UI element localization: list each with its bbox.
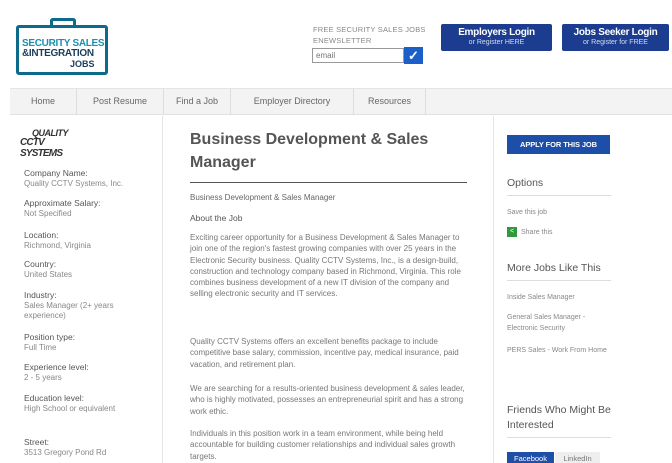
detail-value: Quality CCTV Systems, Inc.	[24, 179, 124, 188]
detail-value: 3513 Gregory Pond Rd	[24, 448, 107, 457]
newsletter-label: FREE SECURITY SALES JOBS ENEWSLETTER	[313, 25, 426, 45]
more-job-link[interactable]: General Sales Manager - Electronic Secur…	[507, 312, 607, 334]
job-seeker-login-button[interactable]: Jobs Seeker Login or Register for FREE	[562, 24, 669, 51]
nav-item-post-resume[interactable]: Post Resume	[77, 89, 164, 114]
page-title: Business Development & Sales Manager	[190, 131, 429, 171]
detail-industry: Industry: Sales Manager (2+ years experi…	[24, 290, 154, 321]
more-jobs-divider	[507, 280, 611, 281]
site-logo[interactable]: SECURITY SALES &INTEGRATION JOBS	[12, 18, 112, 76]
detail-label: Street:	[24, 437, 50, 447]
detail-value: United States	[24, 270, 73, 279]
friends-divider	[507, 437, 611, 438]
detail-country: Country: United States	[24, 259, 154, 280]
nav-item-resources[interactable]: Resources	[354, 89, 426, 114]
more-job-link[interactable]: PERS Sales - Work From Home	[507, 345, 607, 356]
logo-line-3: JOBS	[70, 59, 95, 69]
employers-login-title: Employers Login	[458, 27, 535, 38]
detail-label: Country:	[24, 259, 57, 269]
detail-label: Company Name:	[24, 168, 88, 178]
detail-label: Location:	[24, 230, 59, 240]
job-paragraph: Quality CCTV Systems offers an excellent…	[190, 337, 459, 369]
detail-label: Education level:	[24, 393, 85, 403]
more-job-link[interactable]: Inside Sales Manager	[507, 292, 607, 303]
detail-label: Approximate Salary:	[24, 198, 101, 208]
detail-company-name: Company Name: Quality CCTV Systems, Inc.	[24, 168, 154, 189]
company-details-panel: QUALITY CCTV SYSTEMS Company Name: Quali…	[10, 116, 163, 463]
friends-heading: Friends Who Might Be Interested	[507, 404, 611, 431]
company-logo[interactable]: QUALITY CCTV SYSTEMS	[20, 128, 80, 159]
newsletter-email-input[interactable]	[312, 48, 404, 63]
share-link[interactable]: Share this	[521, 227, 553, 238]
job-description: Business Development & Sales Manager Bus…	[178, 116, 486, 463]
detail-position-type: Position type: Full Time	[24, 332, 154, 353]
options-heading: Options	[507, 177, 544, 189]
about-heading: About the Job	[190, 213, 243, 223]
tab-facebook[interactable]: Facebook	[507, 452, 554, 463]
job-paragraph: Individuals in this position work in a t…	[190, 429, 456, 461]
detail-label: Position type:	[24, 332, 76, 342]
site-header: SECURITY SALES &INTEGRATION JOBS FREE SE…	[0, 0, 672, 88]
nav-item-employer-directory[interactable]: Employer Directory	[231, 89, 354, 114]
detail-education-level: Education level: High School or equivale…	[24, 393, 154, 414]
detail-experience-level: Experience level: 2 - 5 years	[24, 362, 154, 383]
detail-street: Street: 3513 Gregory Pond Rd	[24, 437, 154, 458]
job-paragraph: Exciting career opportunity for a Busine…	[190, 233, 461, 299]
job-sidebar: APPLY FOR THIS JOB Options Save this job…	[493, 116, 672, 463]
nav-item-home[interactable]: Home	[10, 89, 77, 114]
job-seeker-login-sub: or Register for FREE	[583, 39, 648, 46]
detail-label: Industry:	[24, 290, 57, 300]
detail-value: High School or equivalent	[24, 404, 116, 413]
detail-value: Sales Manager (2+ years experience)	[24, 301, 114, 320]
employers-login-sub: or Register HERE	[468, 39, 525, 46]
company-logo-line-2: CCTV SYSTEMS	[20, 137, 63, 159]
main-nav: Home Post Resume Find a Job Employer Dir…	[10, 88, 672, 115]
logo-line-2: &INTEGRATION	[22, 48, 94, 59]
apply-button[interactable]: APPLY FOR THIS JOB	[507, 135, 610, 154]
employers-login-button[interactable]: Employers Login or Register HERE	[441, 24, 552, 51]
save-job-link[interactable]: Save this job	[507, 207, 607, 218]
detail-value: Not Specified	[24, 209, 72, 218]
newsletter-submit-check-icon[interactable]: ✓	[404, 47, 423, 64]
detail-label: Experience level:	[24, 362, 89, 372]
tab-linkedin[interactable]: LinkedIn	[555, 452, 600, 463]
job-seeker-login-title: Jobs Seeker Login	[573, 27, 658, 38]
detail-value: Full Time	[24, 343, 57, 352]
detail-salary: Approximate Salary: Not Specified	[24, 198, 154, 219]
job-paragraph: We are searching for a results-oriented …	[190, 384, 465, 416]
job-subtitle: Business Development & Sales Manager	[190, 193, 336, 202]
more-jobs-heading: More Jobs Like This	[507, 262, 601, 274]
detail-value: 2 - 5 years	[24, 373, 62, 382]
share-icon[interactable]: <	[507, 227, 517, 237]
options-divider	[507, 195, 611, 196]
detail-value: Richmond, Virginia	[24, 241, 91, 250]
title-divider	[190, 182, 467, 183]
nav-item-find-a-job[interactable]: Find a Job	[164, 89, 231, 114]
detail-location: Location: Richmond, Virginia	[24, 230, 154, 251]
